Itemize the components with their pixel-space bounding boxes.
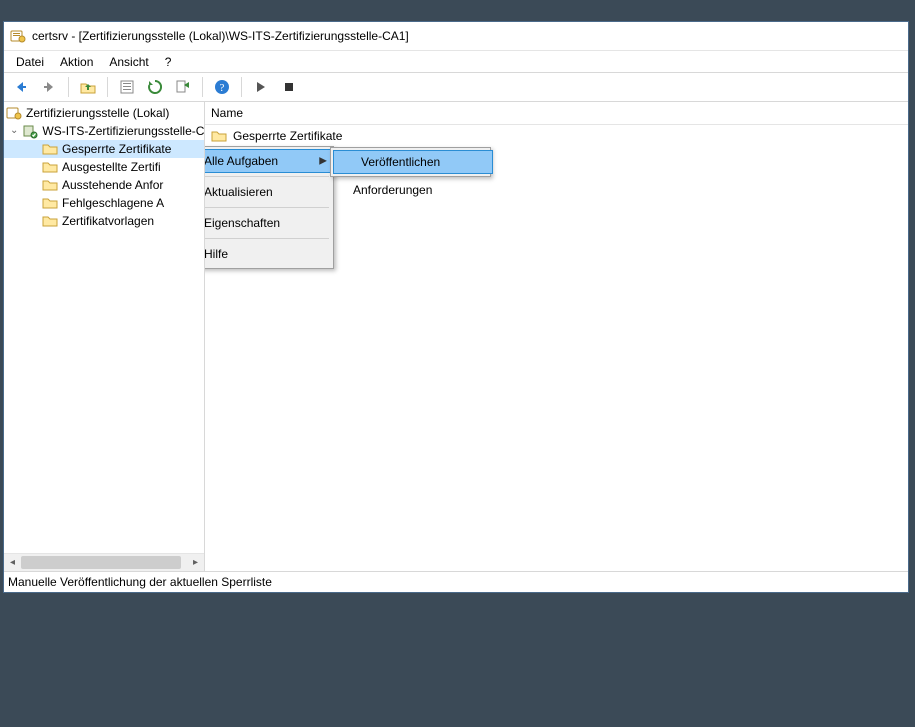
tree-pane: Zertifizierungsstelle (Lokal) ⌄ WS-ITS-Z… xyxy=(4,102,205,571)
menu-file[interactable]: Datei xyxy=(8,53,52,71)
refresh-icon xyxy=(147,79,163,95)
ctx-properties-label: Eigenschaften xyxy=(205,216,280,230)
ctx-publish[interactable]: Veröffentlichen xyxy=(333,150,493,174)
context-menu-separator xyxy=(205,238,329,239)
toolbar-help-button[interactable]: ? xyxy=(209,74,235,100)
ctx-help[interactable]: Hilfe xyxy=(205,242,336,266)
folder-icon xyxy=(42,195,58,211)
ca-server-icon xyxy=(22,123,38,139)
toolbar-start-button[interactable] xyxy=(248,74,274,100)
toolbar-up-button[interactable] xyxy=(75,74,101,100)
certsrv-app-icon xyxy=(10,28,26,44)
list-pane: Name Gesperrte Zertifikate xyxy=(205,102,908,571)
certsrv-root-icon xyxy=(6,105,22,121)
tree-templates-label: Zertifikatvorlagen xyxy=(62,214,154,228)
ctx-properties[interactable]: Eigenschaften xyxy=(205,211,336,235)
context-menu-separator xyxy=(205,176,329,177)
context-menu: Alle Aufgaben ▶ Aktualisieren Eigenschaf… xyxy=(205,146,334,269)
tree-root-label: Zertifizierungsstelle (Lokal) xyxy=(26,106,169,120)
menu-view[interactable]: Ansicht xyxy=(101,53,156,71)
statusbar: Manuelle Veröffentlichung der aktuellen … xyxy=(4,571,908,592)
arrow-left-icon xyxy=(13,79,29,95)
toolbar: ? xyxy=(4,73,908,102)
folder-icon xyxy=(42,177,58,193)
tree-issued-label: Ausgestellte Zertifi xyxy=(62,160,161,174)
export-list-icon xyxy=(175,79,191,95)
folder-up-icon xyxy=(80,79,96,95)
tree-pending-requests[interactable]: Ausstehende Anfor xyxy=(4,176,204,194)
ctx-all-tasks[interactable]: Alle Aufgaben ▶ xyxy=(205,149,336,173)
menubar: Datei Aktion Ansicht ? xyxy=(4,51,908,73)
toolbar-stop-button[interactable] xyxy=(276,74,302,100)
toolbar-separator xyxy=(241,77,242,97)
tree-failed-requests[interactable]: Fehlgeschlagene A xyxy=(4,194,204,212)
menu-help[interactable]: ? xyxy=(157,53,180,71)
toolbar-refresh-button[interactable] xyxy=(142,74,168,100)
list-item-label: Gesperrte Zertifikate xyxy=(233,129,342,143)
play-icon xyxy=(253,79,269,95)
toolbar-back-button[interactable] xyxy=(8,74,34,100)
properties-icon xyxy=(119,79,135,95)
app-window: certsrv - [Zertifizierungsstelle (Lokal)… xyxy=(3,21,909,593)
tree-issued-certs[interactable]: Ausgestellte Zertifi xyxy=(4,158,204,176)
submenu-arrow-icon: ▶ xyxy=(319,156,327,167)
arrow-right-icon xyxy=(41,79,57,95)
context-submenu: Veröffentlichen xyxy=(330,147,491,177)
ctx-help-label: Hilfe xyxy=(205,247,228,261)
ctx-all-tasks-label: Alle Aufgaben xyxy=(205,154,278,168)
toolbar-export-button[interactable] xyxy=(170,74,196,100)
scroll-left-button[interactable]: ◂ xyxy=(4,555,21,570)
tree-ca-node[interactable]: ⌄ WS-ITS-Zertifizierungsstelle-C xyxy=(4,122,204,140)
folder-icon xyxy=(42,213,58,229)
scroll-right-button[interactable]: ▸ xyxy=(187,555,204,570)
tree-view[interactable]: Zertifizierungsstelle (Lokal) ⌄ WS-ITS-Z… xyxy=(4,102,204,553)
toolbar-separator xyxy=(68,77,69,97)
folder-icon xyxy=(42,141,58,157)
ctx-refresh[interactable]: Aktualisieren xyxy=(205,180,336,204)
list-header[interactable]: Name xyxy=(205,102,908,125)
tree-revoked-label: Gesperrte Zertifikate xyxy=(62,142,171,156)
tree-root[interactable]: Zertifizierungsstelle (Lokal) xyxy=(4,104,204,122)
toolbar-separator xyxy=(107,77,108,97)
folder-icon xyxy=(42,159,58,175)
tree-ca-label: WS-ITS-Zertifizierungsstelle-C xyxy=(42,124,204,138)
toolbar-forward-button[interactable] xyxy=(36,74,62,100)
svg-text:?: ? xyxy=(220,82,225,94)
tree-failed-label: Fehlgeschlagene A xyxy=(62,196,164,210)
scroll-track[interactable] xyxy=(21,555,187,570)
tree-pending-label: Ausstehende Anfor xyxy=(62,178,163,192)
toolbar-properties-button[interactable] xyxy=(114,74,140,100)
help-icon: ? xyxy=(214,79,230,95)
ctx-refresh-label: Aktualisieren xyxy=(205,185,273,199)
status-text: Manuelle Veröffentlichung der aktuellen … xyxy=(8,575,272,589)
tree-revoked-certs[interactable]: Gesperrte Zertifikate xyxy=(4,140,204,158)
titlebar: certsrv - [Zertifizierungsstelle (Lokal)… xyxy=(4,22,908,51)
ctx-publish-label: Veröffentlichen xyxy=(361,155,440,169)
toolbar-separator xyxy=(202,77,203,97)
list-item[interactable]: Gesperrte Zertifikate xyxy=(205,127,908,145)
stop-icon xyxy=(281,79,297,95)
window-title: certsrv - [Zertifizierungsstelle (Lokal)… xyxy=(32,29,409,43)
menu-action[interactable]: Aktion xyxy=(52,53,101,71)
context-menu-separator xyxy=(205,207,329,208)
content-area: Zertifizierungsstelle (Lokal) ⌄ WS-ITS-Z… xyxy=(4,102,908,571)
folder-icon xyxy=(211,128,227,144)
tree-cert-templates[interactable]: Zertifikatvorlagen xyxy=(4,212,204,230)
tree-expander-icon[interactable]: ⌄ xyxy=(10,126,18,136)
column-header-name[interactable]: Name xyxy=(211,106,243,120)
scroll-thumb[interactable] xyxy=(21,556,181,569)
tree-hscrollbar[interactable]: ◂ ▸ xyxy=(4,553,204,571)
list-item-label-fragment: Anforderungen xyxy=(353,183,432,197)
list-view[interactable]: Gesperrte Zertifikate Anforderungen All xyxy=(205,125,908,571)
